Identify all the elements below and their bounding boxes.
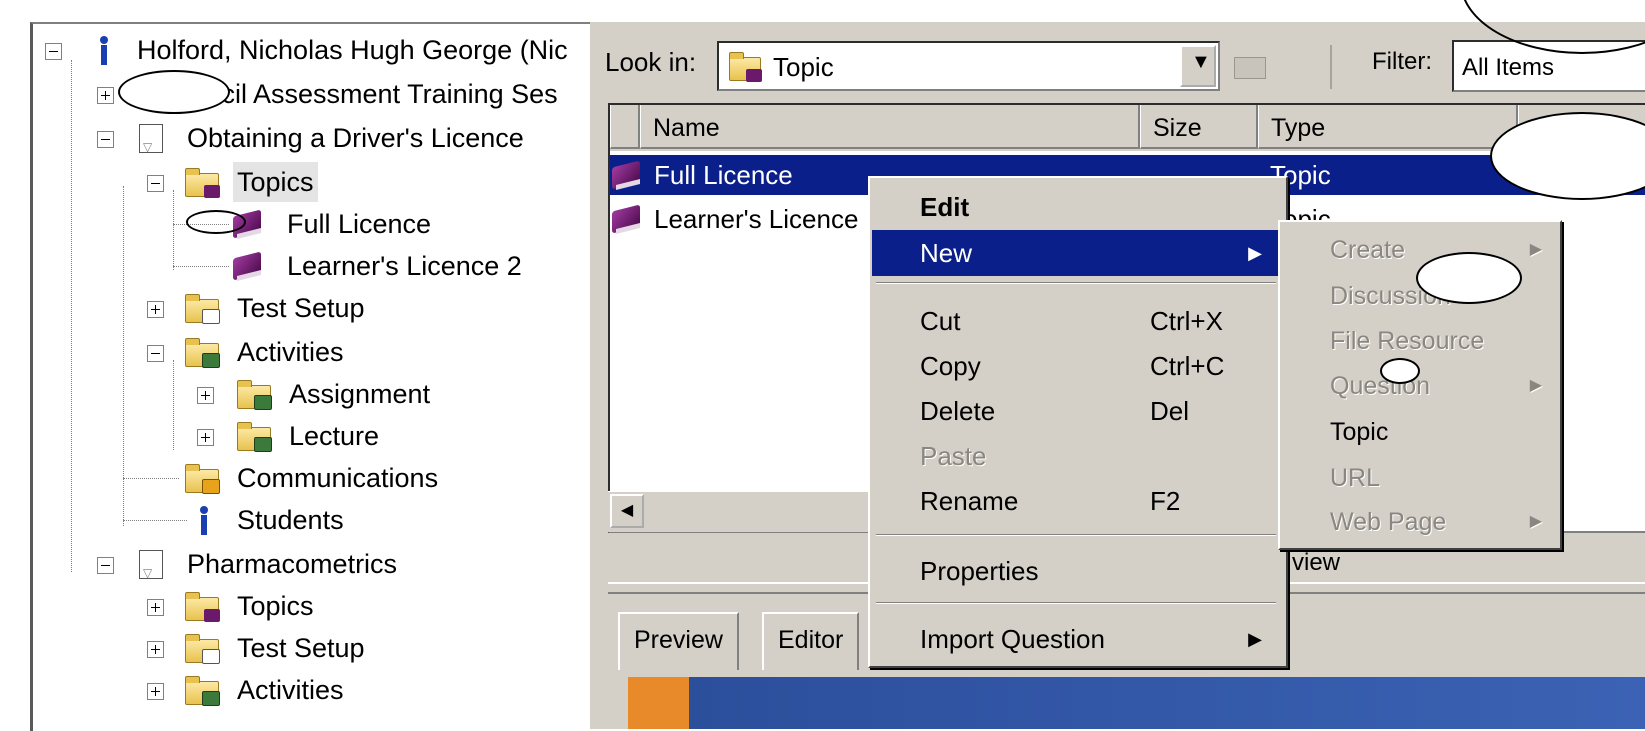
- tree-item-label: Students: [237, 505, 344, 535]
- course-icon: [139, 550, 163, 593]
- submenu-item-create[interactable]: Create ▶: [1282, 228, 1558, 272]
- collapse-toggle[interactable]: [45, 43, 62, 60]
- collapse-toggle[interactable]: [97, 131, 114, 148]
- column-header-size[interactable]: Size: [1140, 105, 1258, 149]
- expand-toggle[interactable]: [97, 87, 114, 104]
- communications-folder-icon: [185, 464, 220, 494]
- context-menu: Edit New ▶ Cut Ctrl+X Copy Ctrl+C Delete…: [868, 176, 1288, 668]
- tree-item-label: Cecil Assessment Training Ses: [187, 79, 558, 109]
- look-in-value: Topic: [773, 52, 834, 82]
- person-icon: [97, 36, 111, 66]
- book-icon: [610, 204, 648, 234]
- preview-image: [628, 677, 1645, 729]
- column-header-name[interactable]: Name: [640, 105, 1140, 149]
- preview-caption: view: [1292, 549, 1341, 576]
- collapse-toggle[interactable]: [147, 175, 164, 192]
- submenu-item-topic[interactable]: Topic: [1282, 410, 1558, 454]
- chevron-right-icon: ▶: [1529, 241, 1542, 258]
- tree-item-label: Obtaining a Driver's Licence: [187, 123, 524, 153]
- course-tree[interactable]: Holford, Nicholas Hugh George (Nic Cecil…: [30, 22, 611, 731]
- tree-item-label: Lecture: [289, 421, 380, 451]
- chevron-right-icon: ▶: [1248, 629, 1262, 649]
- tree-item-label: Pharmacometrics: [187, 549, 398, 579]
- tree-item-label: Full Licence: [287, 209, 432, 239]
- tree-item-label: Holford, Nicholas Hugh George (Nic: [137, 35, 568, 65]
- menu-item-cut[interactable]: Cut Ctrl+X: [872, 298, 1282, 344]
- menu-separator: [876, 282, 1276, 284]
- activities-folder-icon: [185, 676, 220, 706]
- filter-value: All Items: [1462, 54, 1555, 81]
- assignment-folder-icon: [237, 380, 272, 410]
- horizontal-scrollbar[interactable]: ◀: [608, 491, 870, 532]
- toolbar-separator: [1330, 45, 1332, 89]
- menu-item-properties[interactable]: Properties: [872, 548, 1282, 594]
- annotation-oval: [1380, 358, 1420, 384]
- expand-toggle[interactable]: [147, 301, 164, 318]
- person-icon: [197, 506, 211, 536]
- chevron-down-icon: ▼: [1191, 51, 1211, 73]
- tab-editor[interactable]: Editor: [762, 612, 860, 670]
- menu-item-rename[interactable]: Rename F2: [872, 478, 1282, 524]
- tree-item-label: Topics: [237, 591, 314, 621]
- book-icon: [231, 251, 269, 281]
- expand-toggle[interactable]: [197, 387, 214, 404]
- menu-separator: [876, 534, 1276, 536]
- annotation-oval: [118, 70, 230, 114]
- annotation-oval: [1416, 252, 1522, 304]
- look-in-label: Look in:: [605, 47, 697, 77]
- tab-preview[interactable]: Preview: [618, 612, 739, 670]
- column-header-type[interactable]: Type: [1258, 105, 1518, 149]
- menu-separator: [876, 602, 1276, 604]
- test-setup-folder-icon: [185, 294, 220, 324]
- topics-folder-icon: [185, 168, 220, 198]
- tree-item-label: Topics: [233, 162, 318, 202]
- submenu-item-url[interactable]: URL: [1282, 456, 1558, 500]
- test-setup-folder-icon: [185, 634, 220, 664]
- tree-item-label: Learner's Licence 2: [287, 251, 522, 281]
- tree-item-label: Activities: [237, 675, 344, 705]
- tree-item-label: Test Setup: [237, 633, 365, 663]
- expand-toggle[interactable]: [147, 641, 164, 658]
- chevron-right-icon: ▶: [1529, 377, 1542, 394]
- up-folder-icon[interactable]: [1232, 51, 1268, 81]
- list-header: Name Size Type: [610, 105, 1645, 151]
- submenu-item-question[interactable]: Question ▶: [1282, 364, 1558, 408]
- menu-item-new[interactable]: New ▶: [872, 230, 1282, 276]
- collapse-toggle[interactable]: [147, 345, 164, 362]
- chevron-right-icon: ▶: [1248, 243, 1262, 263]
- scroll-left-icon[interactable]: ◀: [610, 494, 644, 528]
- filter-label: Filter:: [1372, 48, 1432, 75]
- row-name: Full Licence: [654, 160, 793, 190]
- tree-item-label: Communications: [237, 463, 439, 493]
- topics-folder-icon: [185, 592, 220, 622]
- column-header-icon[interactable]: [610, 105, 640, 149]
- expand-toggle[interactable]: [147, 599, 164, 616]
- collapse-toggle[interactable]: [97, 557, 114, 574]
- expand-toggle[interactable]: [147, 683, 164, 700]
- menu-item-edit[interactable]: Edit: [872, 184, 1282, 230]
- menu-item-import-question[interactable]: Import Question ▶: [872, 616, 1282, 662]
- dropdown-button[interactable]: ▼: [1180, 45, 1216, 87]
- topic-folder-icon: [729, 52, 762, 82]
- chevron-right-icon: ▶: [1529, 513, 1542, 530]
- annotation-oval: [186, 210, 246, 234]
- lecture-folder-icon: [237, 422, 272, 452]
- submenu-item-file-resource[interactable]: File Resource: [1282, 319, 1558, 363]
- menu-item-delete[interactable]: Delete Del: [872, 388, 1282, 434]
- tree-item-label: Assignment: [289, 379, 431, 409]
- menu-item-paste[interactable]: Paste: [872, 433, 1282, 479]
- activities-folder-icon: [185, 338, 220, 368]
- book-icon: [610, 160, 648, 190]
- menu-item-copy[interactable]: Copy Ctrl+C: [872, 343, 1282, 389]
- row-name: Learner's Licence: [654, 204, 859, 234]
- submenu-item-web-page[interactable]: Web Page ▶: [1282, 500, 1558, 544]
- look-in-dropdown[interactable]: Topic ▼: [717, 41, 1220, 91]
- tree-item-label: Activities: [237, 337, 344, 367]
- expand-toggle[interactable]: [197, 429, 214, 446]
- tree-item-label: Test Setup: [237, 293, 365, 323]
- course-icon: [139, 124, 163, 167]
